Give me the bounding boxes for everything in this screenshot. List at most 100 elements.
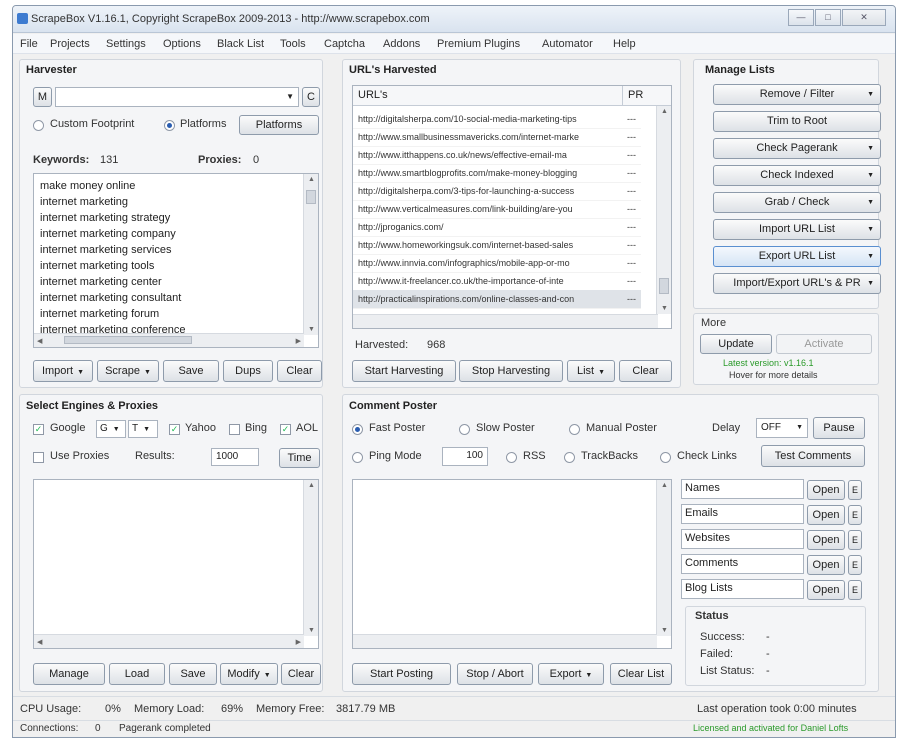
clear-urls-button[interactable]: Clear bbox=[619, 360, 672, 382]
url-column-header[interactable]: URL's bbox=[353, 86, 623, 106]
keywords-scroll-thumb[interactable] bbox=[306, 190, 316, 204]
stop-harvesting-button[interactable]: Stop Harvesting bbox=[459, 360, 563, 382]
m-button[interactable]: M bbox=[33, 87, 52, 107]
url-row[interactable]: http://www.it-freelancer.co.uk/the-impor… bbox=[353, 272, 641, 291]
menu-projects[interactable]: Projects bbox=[50, 38, 90, 50]
comments-open-button[interactable]: Open bbox=[807, 555, 845, 575]
delay-select[interactable]: OFF ▼ bbox=[756, 418, 808, 438]
pause-button[interactable]: Pause bbox=[813, 417, 865, 439]
emails-open-button[interactable]: Open bbox=[807, 505, 845, 525]
menu-addons[interactable]: Addons bbox=[383, 38, 420, 50]
websites-open-button[interactable]: Open bbox=[807, 530, 845, 550]
url-row[interactable]: http://www.innvia.com/infographics/mobil… bbox=[353, 254, 641, 273]
blog-lists-field[interactable]: Blog Lists bbox=[681, 579, 804, 599]
import-url-list-button[interactable]: Import URL List ▼ bbox=[713, 219, 881, 240]
list-button[interactable]: List ▼ bbox=[567, 360, 615, 382]
urls-vscroll[interactable]: ▲ ▼ bbox=[656, 106, 671, 314]
poster-vscroll[interactable]: ▲ ▼ bbox=[656, 480, 671, 636]
ping-value-input[interactable]: 100 bbox=[442, 447, 488, 466]
emails-field[interactable]: Emails bbox=[681, 504, 804, 524]
save-proxies-button[interactable]: Save bbox=[169, 663, 217, 685]
stop-abort-button[interactable]: Stop / Abort bbox=[457, 663, 533, 685]
names-field[interactable]: Names bbox=[681, 479, 804, 499]
modify-button[interactable]: Modify ▼ bbox=[220, 663, 278, 685]
test-comments-button[interactable]: Test Comments bbox=[761, 445, 865, 467]
check-indexed-button[interactable]: Check Indexed ▼ bbox=[713, 165, 881, 186]
menu-options[interactable]: Options bbox=[163, 38, 201, 50]
url-row[interactable]: http://www.itthappens.co.uk/news/effecti… bbox=[353, 146, 641, 165]
comments-edit-button[interactable]: E bbox=[848, 555, 862, 575]
manual-poster-radio[interactable] bbox=[569, 424, 580, 435]
url-row[interactable]: http://www.smartblogprofits.com/make-mon… bbox=[353, 164, 641, 183]
proxies-textarea[interactable]: ▲ ▼ ◀ ▶ bbox=[33, 479, 319, 649]
use-proxies-checkbox[interactable] bbox=[33, 452, 44, 463]
bing-checkbox[interactable] bbox=[229, 424, 240, 435]
check-links-radio[interactable] bbox=[660, 452, 671, 463]
clear-list-button[interactable]: Clear List bbox=[610, 663, 672, 685]
clear-keywords-button[interactable]: Clear bbox=[277, 360, 322, 382]
aol-checkbox[interactable]: ✓ bbox=[280, 424, 291, 435]
google-g-select[interactable]: G ▼ bbox=[96, 420, 126, 438]
time-button[interactable]: Time bbox=[279, 448, 320, 468]
url-row[interactable]: http://www.homeworkingsuk.com/internet-b… bbox=[353, 236, 641, 255]
remove-filter-button[interactable]: Remove / Filter ▼ bbox=[713, 84, 881, 105]
export-button[interactable]: Export ▼ bbox=[538, 663, 604, 685]
c-button[interactable]: C bbox=[302, 87, 320, 107]
google-t-select[interactable]: T ▼ bbox=[128, 420, 158, 438]
keywords-textarea[interactable]: make money online internet marketing int… bbox=[33, 173, 319, 348]
menu-file[interactable]: File bbox=[20, 38, 38, 50]
close-button[interactable]: ✕ bbox=[842, 9, 886, 26]
pr-column-header[interactable]: PR bbox=[623, 86, 671, 106]
menu-help[interactable]: Help bbox=[613, 38, 636, 50]
export-url-list-button[interactable]: Export URL List ▼ bbox=[713, 246, 881, 267]
names-edit-button[interactable]: E bbox=[848, 480, 862, 500]
slow-poster-radio[interactable] bbox=[459, 424, 470, 435]
fast-poster-radio[interactable] bbox=[352, 424, 363, 435]
poster-hscroll[interactable] bbox=[353, 634, 657, 648]
url-row[interactable]: http://practicalinspirations.com/online-… bbox=[353, 290, 641, 309]
save-keywords-button[interactable]: Save bbox=[163, 360, 219, 382]
load-proxies-button[interactable]: Load bbox=[109, 663, 165, 685]
url-row[interactable]: http://www.smallbusinessmavericks.com/in… bbox=[353, 128, 641, 147]
comments-field[interactable]: Comments bbox=[681, 554, 804, 574]
start-harvesting-button[interactable]: Start Harvesting bbox=[352, 360, 456, 382]
rss-radio[interactable] bbox=[506, 452, 517, 463]
footprint-select[interactable]: ▼ bbox=[55, 87, 299, 107]
blog-lists-edit-button[interactable]: E bbox=[848, 580, 862, 600]
platforms-radio[interactable] bbox=[164, 120, 175, 131]
manage-proxies-button[interactable]: Manage bbox=[33, 663, 105, 685]
minimize-button[interactable]: — bbox=[788, 9, 814, 26]
dups-button[interactable]: Dups bbox=[223, 360, 273, 382]
keywords-vscroll[interactable]: ▲ ▼ bbox=[303, 174, 318, 335]
names-open-button[interactable]: Open bbox=[807, 480, 845, 500]
proxies-hscroll[interactable]: ◀ ▶ bbox=[34, 634, 304, 648]
import-keywords-button[interactable]: Import ▼ bbox=[33, 360, 93, 382]
blog-lists-open-button[interactable]: Open bbox=[807, 580, 845, 600]
custom-footprint-radio[interactable] bbox=[33, 120, 44, 131]
menu-blacklist[interactable]: Black List bbox=[217, 38, 264, 50]
menu-tools[interactable]: Tools bbox=[280, 38, 306, 50]
trim-to-root-button[interactable]: Trim to Root bbox=[713, 111, 881, 132]
emails-edit-button[interactable]: E bbox=[848, 505, 862, 525]
update-button[interactable]: Update bbox=[700, 334, 772, 354]
url-row[interactable]: http://jproganics.com/ --- bbox=[353, 218, 641, 237]
menu-premium-plugins[interactable]: Premium Plugins bbox=[437, 38, 520, 50]
urls-hscroll[interactable] bbox=[353, 314, 658, 328]
menu-settings[interactable]: Settings bbox=[106, 38, 146, 50]
trackbacks-radio[interactable] bbox=[564, 452, 575, 463]
ping-mode-radio[interactable] bbox=[352, 452, 363, 463]
grab-check-button[interactable]: Grab / Check ▼ bbox=[713, 192, 881, 213]
keywords-hscroll[interactable]: ◀ ▶ bbox=[34, 333, 304, 347]
scrape-button[interactable]: Scrape ▼ bbox=[97, 360, 159, 382]
menu-automator[interactable]: Automator bbox=[542, 38, 593, 50]
url-row[interactable]: http://digitalsherpa.com/3-tips-for-laun… bbox=[353, 182, 641, 201]
import-export-urls-pr-button[interactable]: Import/Export URL's & PR ▼ bbox=[713, 273, 881, 294]
start-posting-button[interactable]: Start Posting bbox=[352, 663, 451, 685]
urls-scroll-thumb[interactable] bbox=[659, 278, 669, 294]
urls-list[interactable]: URL's PR http://digitalsherpa.com/10-soc… bbox=[352, 85, 672, 329]
google-checkbox[interactable]: ✓ bbox=[33, 424, 44, 435]
platforms-button[interactable]: Platforms bbox=[239, 115, 319, 135]
maximize-button[interactable]: □ bbox=[815, 9, 841, 26]
activate-button[interactable]: Activate bbox=[776, 334, 872, 354]
clear-proxies-button[interactable]: Clear bbox=[281, 663, 321, 685]
